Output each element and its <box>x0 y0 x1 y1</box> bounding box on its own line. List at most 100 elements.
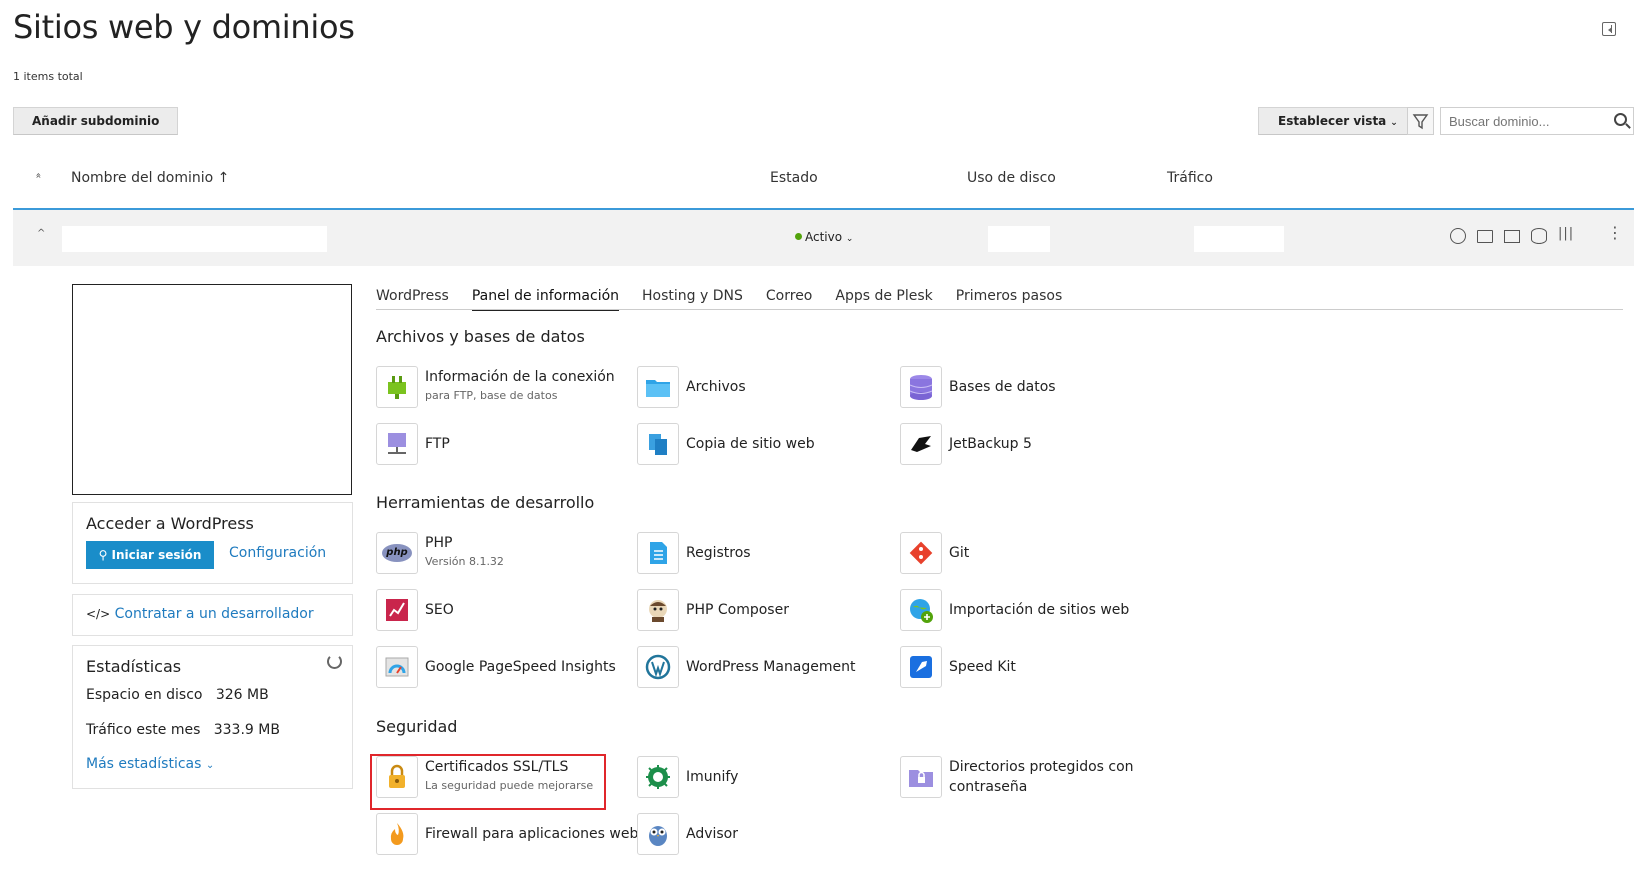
tool-logs[interactable]: Registros <box>637 532 751 574</box>
chevron-down-icon: ⌄ <box>845 234 854 244</box>
column-header-disk: Uso de disco <box>967 170 1056 186</box>
traffic-redacted <box>1194 226 1284 252</box>
tool-label: Git <box>949 545 970 561</box>
pagespeed-icon <box>376 646 418 688</box>
tool-label: JetBackup 5 <box>949 436 1032 452</box>
status-dot <box>795 233 802 240</box>
disk-space-stat: Espacio en disco 326 MB <box>86 687 269 703</box>
settings-sliders-icon[interactable] <box>1558 226 1574 244</box>
mail-icon[interactable] <box>1504 230 1520 243</box>
database-icon[interactable] <box>1531 228 1547 244</box>
statistics-card: Estadísticas Espacio en disco 326 MB Trá… <box>72 645 353 789</box>
domain-name-redacted[interactable] <box>62 226 327 252</box>
tool-imunify[interactable]: Imunify <box>637 756 738 798</box>
tool-label: PHP <box>425 535 453 551</box>
tool-advisor[interactable]: Advisor <box>637 813 738 855</box>
tab-getting-started[interactable]: Primeros pasos <box>956 288 1062 311</box>
developer-card: </> Contratar a un desarrollador <box>72 594 353 636</box>
tool-label: Importación de sitios web <box>949 602 1130 618</box>
ftp-icon <box>376 423 418 465</box>
set-view-button[interactable]: Establecer vista ⌄ <box>1258 107 1413 135</box>
tool-wordpress-management[interactable]: WordPress Management <box>637 646 856 688</box>
status-label: Activo <box>805 230 843 244</box>
tab-wordpress[interactable]: WordPress <box>376 288 449 311</box>
login-button[interactable]: ⚲ Iniciar sesión <box>86 541 214 569</box>
tool-git[interactable]: Git <box>900 532 969 574</box>
git-icon <box>900 532 942 574</box>
protected-folder-icon <box>900 756 942 798</box>
tool-label: Google PageSpeed Insights <box>425 659 616 675</box>
disk-usage-redacted <box>988 226 1050 252</box>
tab-hosting-dns[interactable]: Hosting y DNS <box>642 288 743 311</box>
chevron-up-icon[interactable]: ^ <box>37 228 45 239</box>
tool-speed-kit[interactable]: Speed Kit <box>900 646 1016 688</box>
wordpress-icon[interactable] <box>1450 228 1466 244</box>
login-label: Iniciar sesión <box>111 548 202 562</box>
tool-label: WordPress Management <box>686 659 856 675</box>
php-icon: php <box>376 532 418 574</box>
hire-developer-link[interactable]: </> Contratar a un desarrollador <box>86 606 314 622</box>
traffic-stat: Tráfico este mes 333.9 MB <box>86 722 280 738</box>
more-stats-label: Más estadísticas <box>86 756 202 772</box>
tool-sublabel: Versión 8.1.32 <box>425 555 504 568</box>
collapse-all-icon[interactable]: « <box>33 172 44 178</box>
document-icon <box>637 532 679 574</box>
section-title-security: Seguridad <box>376 717 458 736</box>
add-subdomain-button[interactable]: Añadir subdominio <box>13 107 179 135</box>
wordpress-icon <box>637 646 679 688</box>
section-title-dev: Herramientas de desarrollo <box>376 493 595 512</box>
wordpress-config-link[interactable]: Configuración <box>229 545 326 561</box>
rocket-icon <box>900 646 942 688</box>
kebab-menu-icon[interactable]: ⋮ <box>1607 225 1623 241</box>
tab-plesk-apps[interactable]: Apps de Plesk <box>835 288 932 311</box>
tab-dashboard[interactable]: Panel de información <box>471 288 620 311</box>
database-icon <box>900 366 942 408</box>
tool-label: Bases de datos <box>949 379 1056 395</box>
tool-site-copy[interactable]: Copia de sitio web <box>637 423 815 465</box>
globe-import-icon <box>900 589 942 631</box>
disk-space-label: Espacio en disco <box>86 687 203 703</box>
statistics-title: Estadísticas <box>86 657 182 676</box>
tool-label: Archivos <box>686 379 746 395</box>
tool-jetbackup[interactable]: JetBackup 5 <box>900 423 1032 465</box>
jetbackup-icon <box>900 423 942 465</box>
more-stats-link[interactable]: Más estadísticas ⌄ <box>86 756 214 772</box>
plug-icon <box>376 366 418 408</box>
seo-chart-icon <box>376 589 418 631</box>
owl-icon <box>637 813 679 855</box>
refresh-icon[interactable] <box>327 654 342 669</box>
tool-files[interactable]: Archivos <box>637 366 746 408</box>
folder-icon[interactable] <box>1477 230 1493 243</box>
tool-waf[interactable]: Firewall para aplicaciones web <box>376 813 638 855</box>
search-input[interactable] <box>1440 107 1634 135</box>
tab-divider <box>376 309 1623 310</box>
disk-space-value: 326 MB <box>215 687 269 703</box>
tool-label: Registros <box>686 545 751 561</box>
tool-label: Imunify <box>686 769 739 785</box>
tool-php[interactable]: php PHP Versión 8.1.32 <box>376 532 504 574</box>
tool-php-composer[interactable]: PHP Composer <box>637 589 789 631</box>
collapse-panel-icon[interactable] <box>1602 22 1616 36</box>
wordpress-card-title: Acceder a WordPress <box>86 514 254 533</box>
column-header-status: Estado <box>770 170 818 186</box>
tool-site-import[interactable]: Importación de sitios web <box>900 589 1129 631</box>
tool-seo[interactable]: SEO <box>376 589 454 631</box>
tab-mail[interactable]: Correo <box>766 288 812 311</box>
tool-pagespeed[interactable]: Google PageSpeed Insights <box>376 646 616 688</box>
column-header-domain[interactable]: Nombre del dominio ↑ <box>71 170 229 186</box>
status-badge[interactable]: Activo ⌄ <box>795 230 853 244</box>
site-preview-thumbnail[interactable] <box>72 284 352 495</box>
filter-icon <box>1412 114 1429 130</box>
search-icon[interactable] <box>1614 113 1627 126</box>
tool-ftp[interactable]: FTP <box>376 423 450 465</box>
tool-connection-info[interactable]: Información de la conexión para FTP, base… <box>376 366 615 408</box>
section-title-files: Archivos y bases de datos <box>376 327 585 346</box>
tool-label: Advisor <box>686 826 739 842</box>
tool-protected-directories[interactable]: Directorios protegidos con contraseña <box>900 756 1134 798</box>
tool-databases[interactable]: Bases de datos <box>900 366 1056 408</box>
tool-label: Firewall para aplicaciones web <box>425 826 639 842</box>
traffic-value: 333.9 MB <box>213 722 280 738</box>
composer-icon <box>637 589 679 631</box>
filter-button[interactable] <box>1407 107 1434 135</box>
wordpress-card: Acceder a WordPress ⚲ Iniciar sesión Con… <box>72 502 353 584</box>
